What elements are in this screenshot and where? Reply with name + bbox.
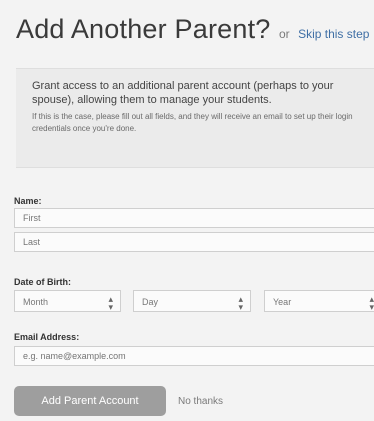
email-input[interactable]	[14, 346, 374, 366]
chevron-updown-icon: ▴ ▾	[108, 294, 113, 312]
dob-label: Date of Birth:	[14, 277, 71, 287]
email-label: Email Address:	[14, 332, 80, 342]
first-name-input[interactable]	[14, 208, 374, 228]
page-title: Add Another Parent?	[16, 14, 271, 44]
last-name-input[interactable]	[14, 232, 374, 252]
info-lead-text: Grant access to an additional parent acc…	[32, 80, 334, 106]
day-select-label: Day	[142, 297, 159, 307]
info-fine-print: If this is the case, please fill out all…	[32, 112, 353, 133]
year-select-label: Year	[273, 297, 292, 307]
info-box: Grant access to an additional parent acc…	[16, 68, 374, 168]
day-select[interactable]: Day ▴ ▾	[133, 290, 251, 312]
month-select[interactable]: Month ▴ ▾	[14, 290, 121, 312]
or-text: or	[278, 27, 290, 41]
add-parent-account-button[interactable]: Add Parent Account	[14, 386, 166, 416]
chevron-updown-icon: ▴ ▾	[369, 294, 374, 312]
month-select-label: Month	[23, 297, 49, 307]
name-label: Name:	[14, 196, 42, 206]
skip-step-link[interactable]: Skip this step	[298, 27, 369, 41]
no-thanks-link[interactable]: No thanks	[178, 396, 223, 407]
year-select[interactable]: Year ▴ ▾	[264, 290, 374, 312]
header: Add Another Parent? or Skip this step	[16, 14, 369, 45]
chevron-updown-icon: ▴ ▾	[238, 294, 243, 312]
